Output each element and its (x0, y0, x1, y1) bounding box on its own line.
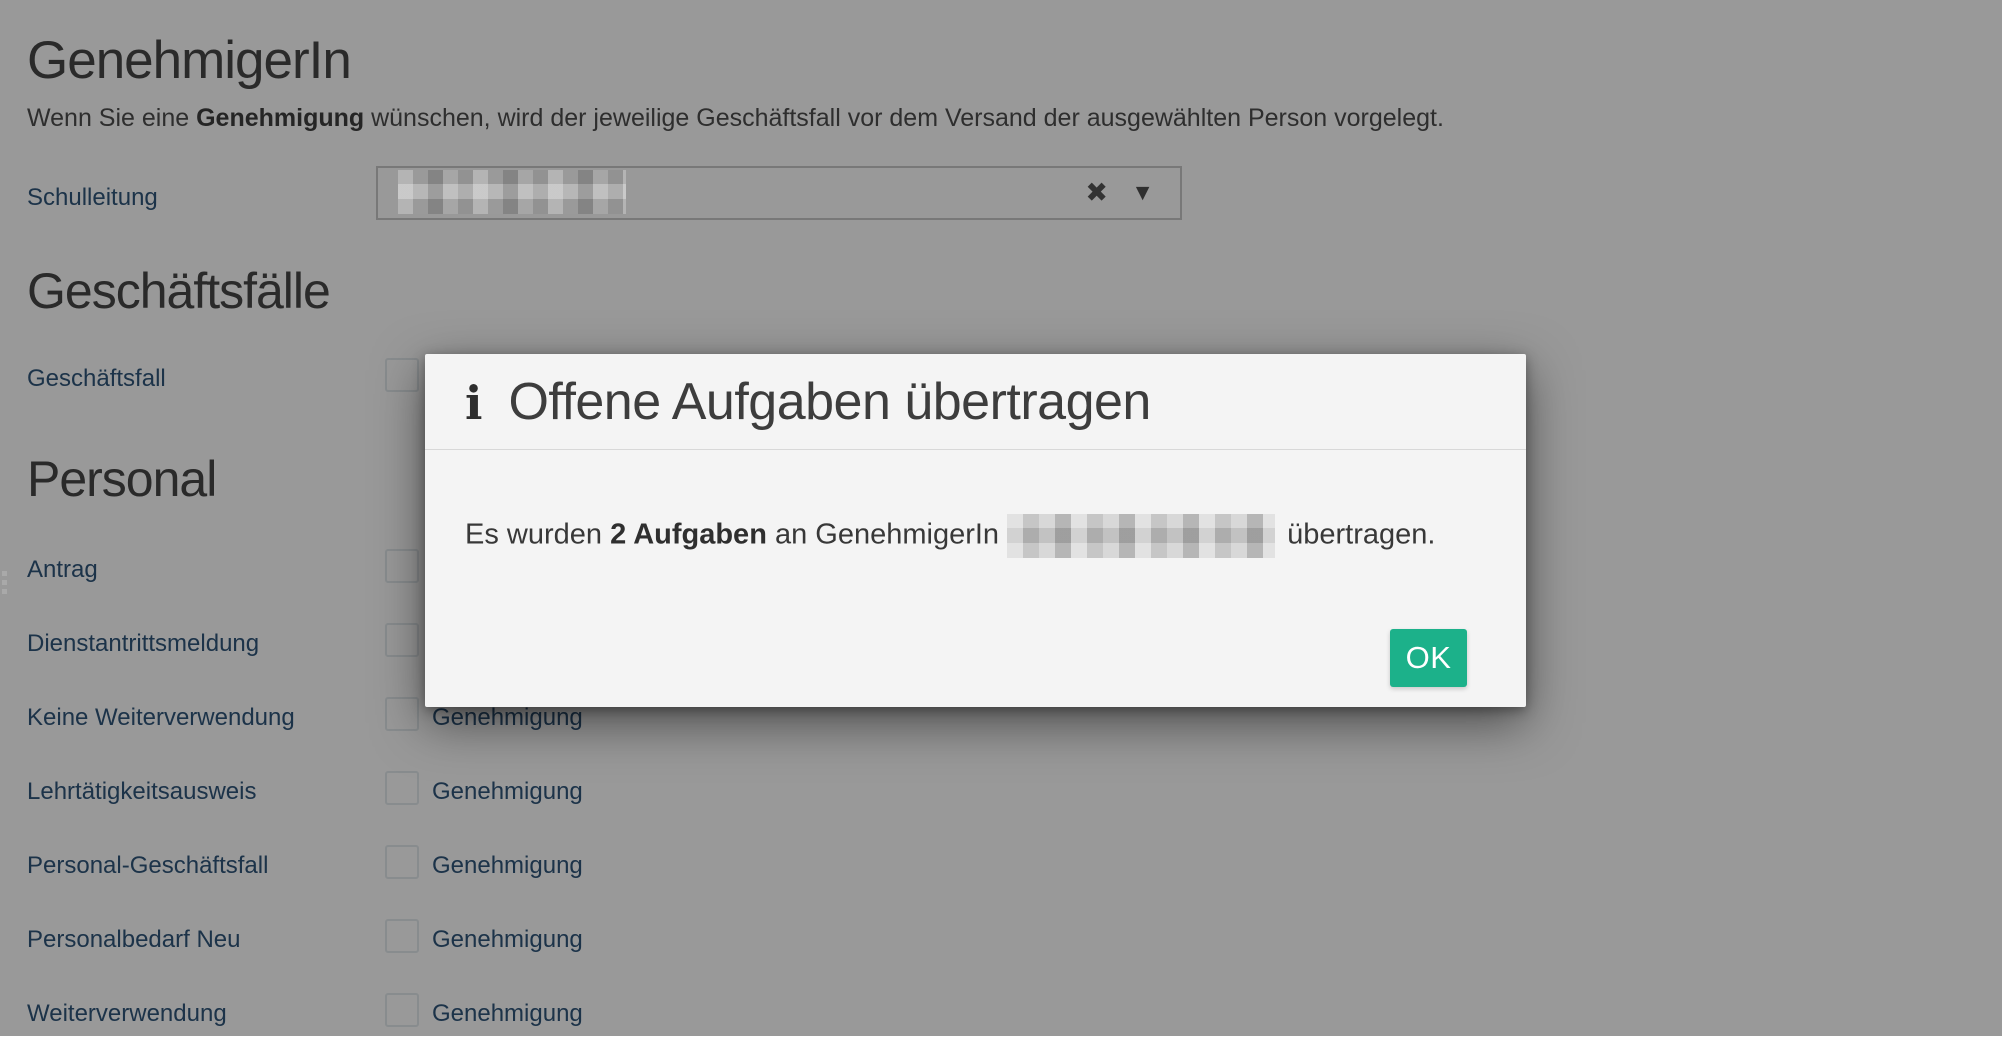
dialog-body-text: Es wurden 2 Aufgaben an GenehmigerIn übe… (425, 450, 1526, 558)
drag-dot (2, 580, 7, 585)
ok-button[interactable]: OK (1390, 629, 1467, 687)
body-pre: Es wurden (465, 519, 610, 551)
redacted-approver-name (1007, 514, 1275, 558)
body-bold: 2 Aufgaben (610, 519, 767, 551)
dialog-header: i Offene Aufgaben übertragen (425, 354, 1526, 450)
body-mid: an GenehmigerIn (767, 519, 999, 551)
drag-dot (2, 571, 7, 576)
redacted-approver-name (398, 170, 626, 214)
body-post: übertragen. (1279, 519, 1435, 551)
left-edge-drag-handle[interactable] (2, 571, 8, 598)
drag-dot (2, 589, 7, 594)
dialog-title: Offene Aufgaben übertragen (508, 372, 1150, 432)
offene-aufgaben-dialog: i Offene Aufgaben übertragen Es wurden 2… (425, 354, 1526, 707)
screen: GenehmigerIn Wenn Sie eine Genehmigung w… (0, 0, 2002, 1036)
info-icon: i (465, 380, 482, 426)
